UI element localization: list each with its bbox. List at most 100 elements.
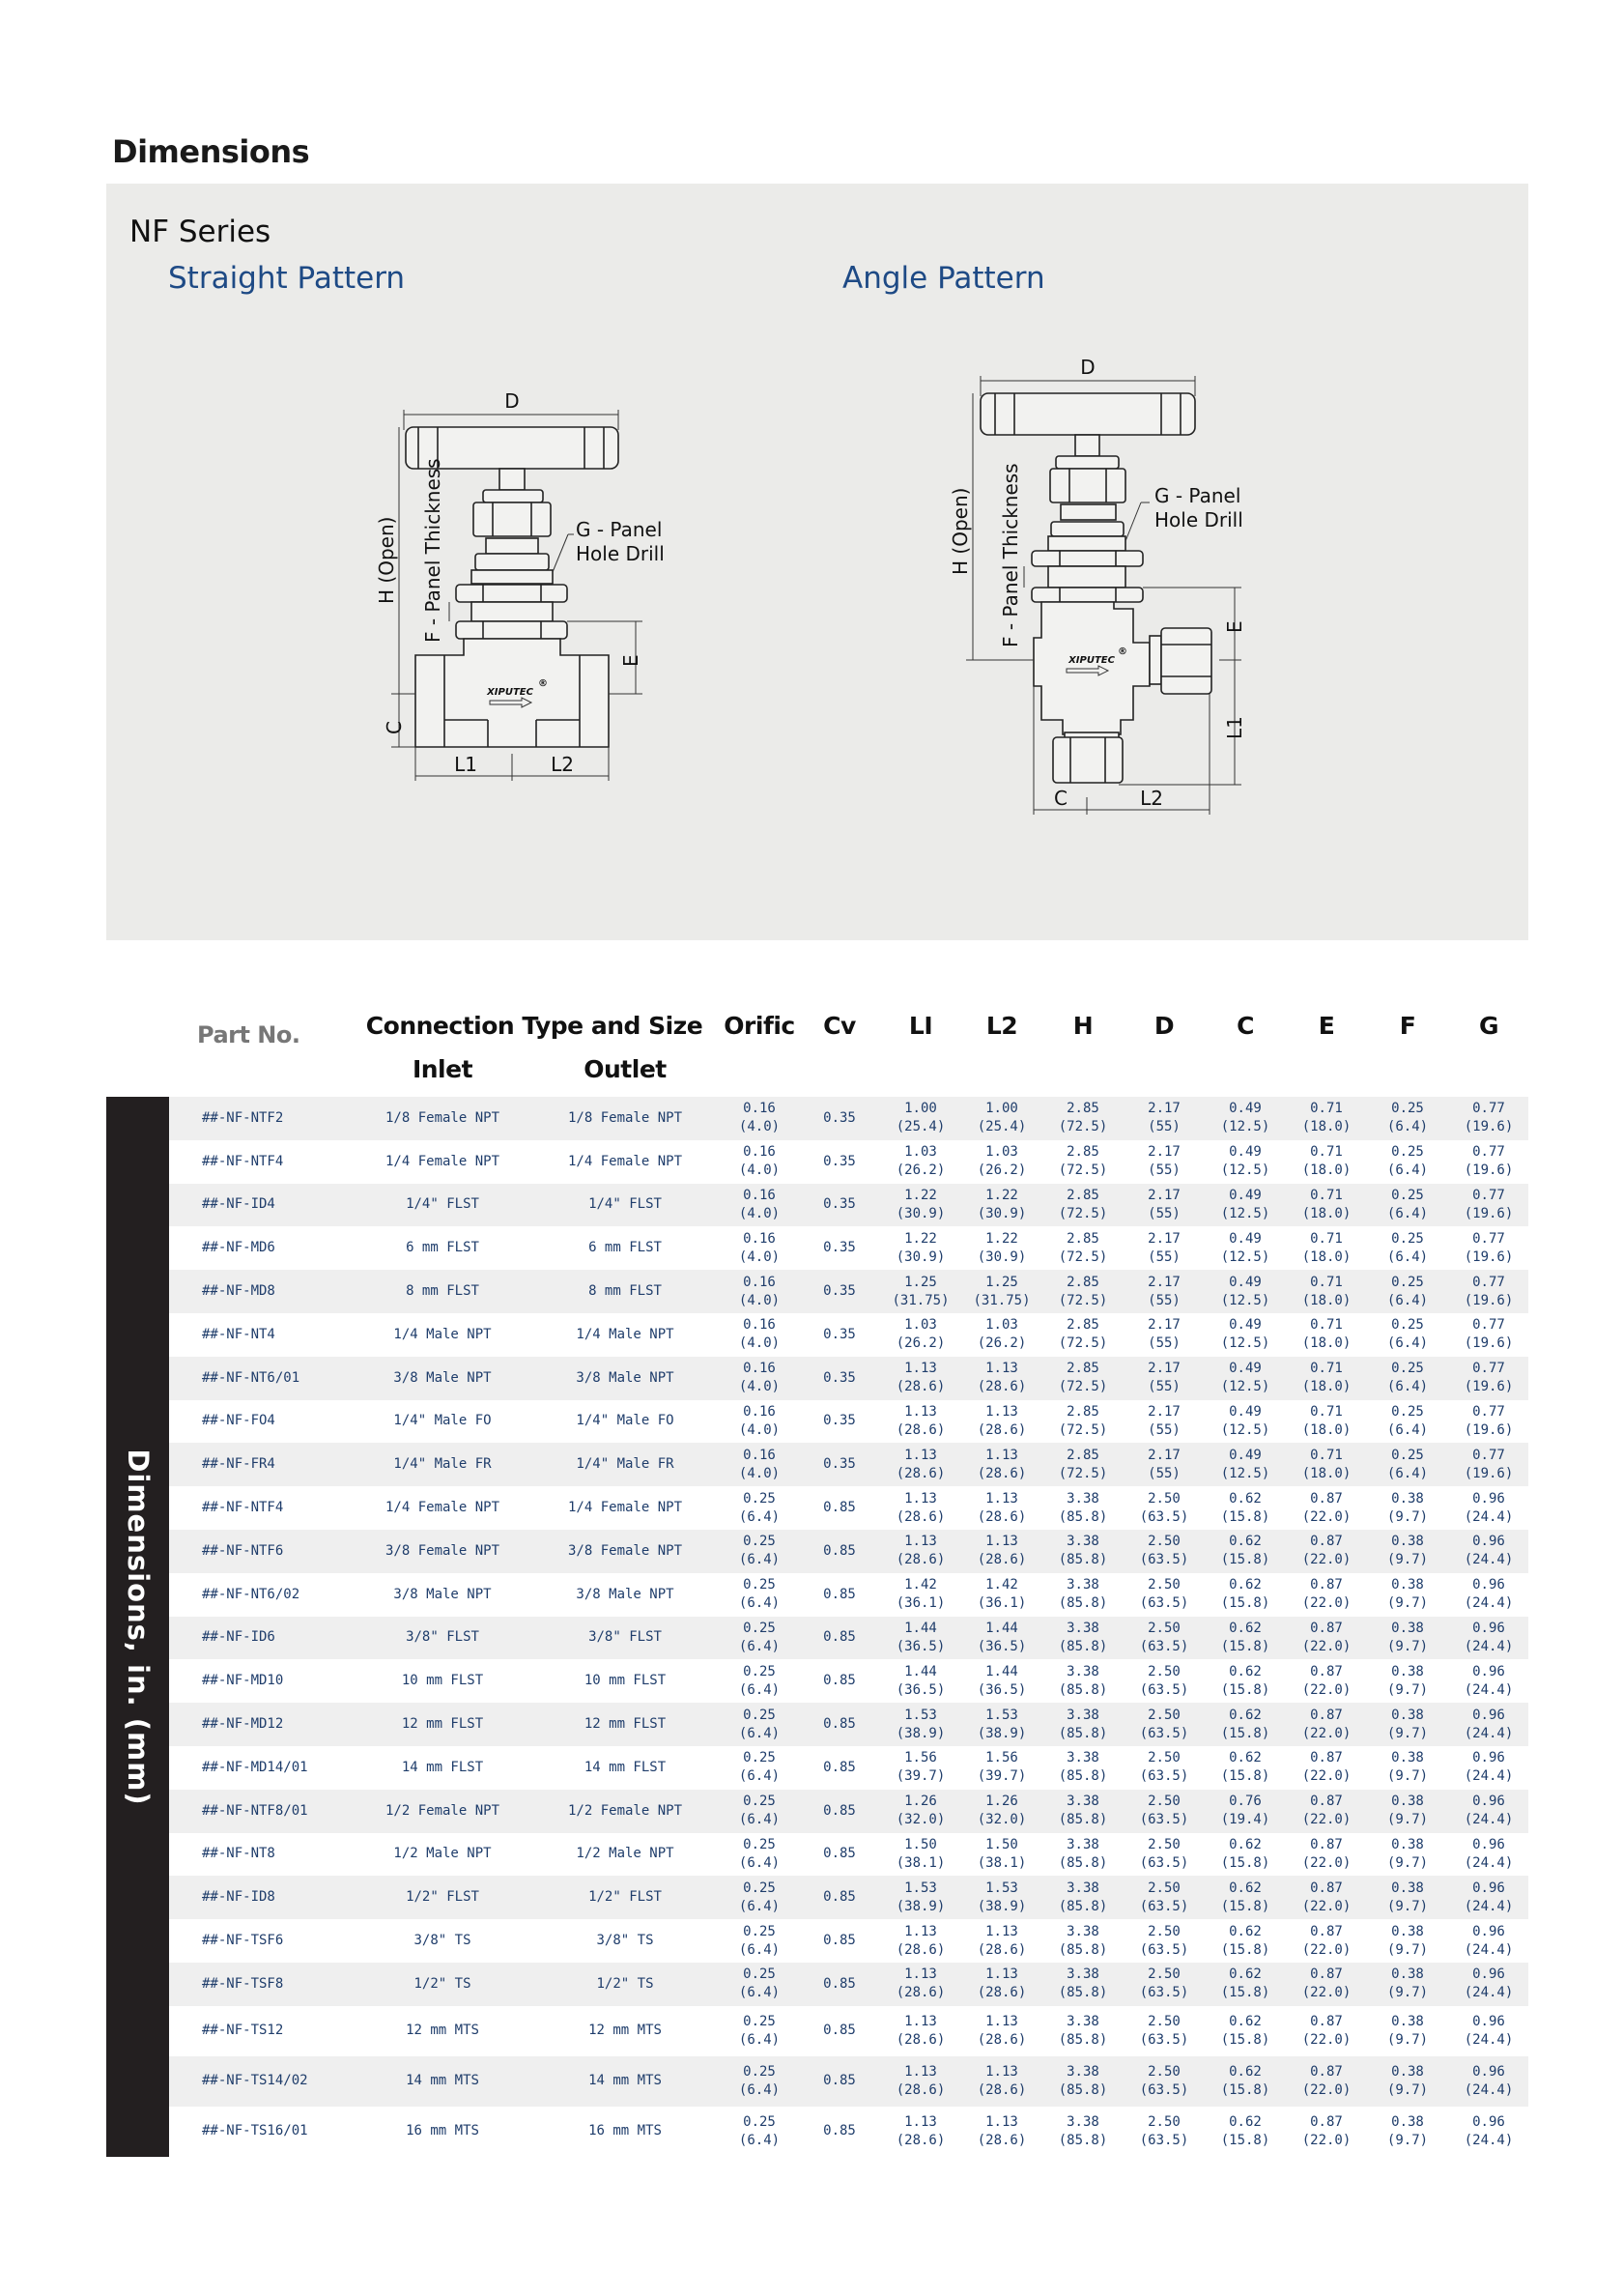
cell-h: 3.38 (85.8) — [1059, 1703, 1108, 1746]
cell-e: 0.71 (18.0) — [1302, 1400, 1352, 1444]
value-primary: 0.25 — [1391, 1187, 1424, 1203]
value-mm: (18.0) — [1301, 1205, 1352, 1221]
value-mm: (9.7) — [1386, 1768, 1429, 1785]
cell-l1: 1.22 (30.9) — [897, 1226, 946, 1270]
value-mm: (31.75) — [892, 1292, 950, 1308]
value-primary: 6 mm FLST — [406, 1240, 479, 1256]
cell-outlet: 3/8" FLST — [588, 1617, 662, 1660]
value-mm: (19.6) — [1464, 1421, 1514, 1438]
value-mm: (9.7) — [1386, 1638, 1429, 1654]
value-mm: (22.0) — [1301, 1552, 1352, 1568]
value-mm: (18.0) — [1301, 1119, 1352, 1135]
value-primary: 0.77 — [1472, 1274, 1505, 1290]
value-primary: 1.53 — [985, 1880, 1018, 1896]
value-primary: 2.50 — [1148, 2013, 1181, 2029]
value-primary: 0.16 — [743, 1317, 776, 1334]
cell-f: 0.38 (9.7) — [1387, 1833, 1428, 1877]
value-mm: (28.6) — [977, 2132, 1027, 2148]
cell-e: 0.71 (18.0) — [1302, 1357, 1352, 1400]
cell-h: 2.85 (72.5) — [1059, 1270, 1108, 1313]
value-primary: 2.17 — [1148, 1230, 1181, 1247]
cell-l1: 1.53 (38.9) — [897, 1876, 946, 1919]
value-mm: (6.4) — [738, 1941, 781, 1958]
cell-g: 0.77 (19.6) — [1465, 1400, 1514, 1444]
value-primary: 0.96 — [1472, 2113, 1505, 2130]
cell-c: 0.49 (12.5) — [1221, 1226, 1270, 1270]
value-mm: (22.0) — [1301, 1508, 1352, 1525]
value-mm: (39.7) — [977, 1768, 1027, 1785]
value-mm: (32.0) — [896, 1812, 946, 1828]
cell-l1: 1.44 (36.5) — [897, 1617, 946, 1660]
cell-e: 0.71 (18.0) — [1302, 1226, 1352, 1270]
value-mm: (15.8) — [1220, 2132, 1270, 2148]
cell-h: 3.38 (85.8) — [1059, 1486, 1108, 1530]
value-primary: 0.85 — [823, 1716, 856, 1733]
value-primary: 1/2" TS — [596, 1975, 654, 1992]
cell-l1: 1.44 (36.5) — [897, 1659, 946, 1703]
value-primary: 3/8" TS — [596, 1933, 654, 1949]
value-primary: 1/2 Female NPT — [567, 1802, 683, 1819]
dim-e-label: E — [619, 654, 642, 667]
header-l1: LI — [908, 1012, 933, 1040]
cell-c: 0.49 (12.5) — [1221, 1270, 1270, 1313]
cell-f: 0.38 (9.7) — [1387, 1876, 1428, 1919]
cell-f: 0.25 (6.4) — [1387, 1357, 1428, 1400]
value-mm: (85.8) — [1058, 1681, 1108, 1698]
cell-g: 0.77 (19.6) — [1465, 1313, 1514, 1357]
value-primary: 0.25 — [743, 1750, 776, 1766]
value-primary: 3.38 — [1067, 1620, 1099, 1636]
cell-c: 0.49 (12.5) — [1221, 1097, 1270, 1140]
value-mm: (6.4) — [738, 1638, 781, 1654]
value-mm: (22.0) — [1301, 1681, 1352, 1698]
cell-f: 0.25 (6.4) — [1387, 1097, 1428, 1140]
value-mm: (63.5) — [1139, 1595, 1189, 1612]
cell-orific: 0.25 (6.4) — [739, 1573, 780, 1617]
value-primary: 0.35 — [823, 1369, 856, 1386]
cell-outlet: 12 mm FLST — [584, 1703, 666, 1746]
cell-inlet: 3/8 Female NPT — [385, 1530, 499, 1573]
cell-l2: 1.26 (32.0) — [978, 1790, 1027, 1833]
value-primary: 0.25 — [743, 1794, 776, 1810]
value-primary: 0.38 — [1391, 1490, 1424, 1507]
value-mm: (15.8) — [1220, 1595, 1270, 1612]
value-primary: 2.50 — [1148, 1794, 1181, 1810]
value-mm: (85.8) — [1058, 1985, 1108, 2001]
cell-c: 0.76 (19.4) — [1221, 1790, 1270, 1833]
value-primary: 1.13 — [904, 2013, 937, 2029]
value-primary: 2.50 — [1148, 1663, 1181, 1679]
cell-cv: 0.85 — [823, 2006, 856, 2056]
value-primary: 0.16 — [743, 1447, 776, 1463]
cell-d: 2.50 (63.5) — [1140, 2006, 1189, 2056]
cell-h: 3.38 (85.8) — [1059, 1530, 1108, 1573]
cell-orific: 0.16 (4.0) — [739, 1226, 780, 1270]
cell-c: 0.62 (15.8) — [1221, 1617, 1270, 1660]
value-primary: 12 mm FLST — [584, 1716, 667, 1733]
cell-e: 0.87 (22.0) — [1302, 1703, 1352, 1746]
header-cv: Cv — [823, 1012, 856, 1040]
value-primary: 6 mm FLST — [588, 1240, 662, 1256]
value-primary: 0.35 — [823, 1456, 856, 1473]
cell-cv: 0.85 — [823, 1919, 856, 1963]
value-mm: (12.5) — [1220, 1465, 1270, 1481]
cell-l2: 1.13 (28.6) — [978, 1963, 1027, 2006]
value-primary: 1/4" FLST — [406, 1196, 479, 1213]
value-primary: 16 mm MTS — [406, 2123, 479, 2139]
value-primary: 2.85 — [1067, 1447, 1099, 1463]
value-mm: (28.6) — [896, 2031, 946, 2048]
value-primary: 1.13 — [985, 1361, 1018, 1377]
value-mm: (55) — [1148, 1465, 1181, 1481]
value-mm: (18.0) — [1301, 1465, 1352, 1481]
cell-e: 0.87 (22.0) — [1302, 1963, 1352, 2006]
value-primary: 0.25 — [743, 1923, 776, 1939]
value-mm: (15.8) — [1220, 1681, 1270, 1698]
cell-c: 0.62 (15.8) — [1221, 2107, 1270, 2157]
value-mm: (55) — [1148, 1379, 1181, 1395]
value-mm: (6.4) — [1386, 1292, 1429, 1308]
value-primary: 0.87 — [1310, 1750, 1343, 1766]
value-primary: 3.38 — [1067, 1794, 1099, 1810]
value-primary: 2.50 — [1148, 1534, 1181, 1550]
value-primary: 1.13 — [985, 1923, 1018, 1939]
cell-h: 3.38 (85.8) — [1059, 1659, 1108, 1703]
value-mm: (19.6) — [1464, 1335, 1514, 1352]
cell-outlet: 14 mm FLST — [584, 1746, 666, 1790]
